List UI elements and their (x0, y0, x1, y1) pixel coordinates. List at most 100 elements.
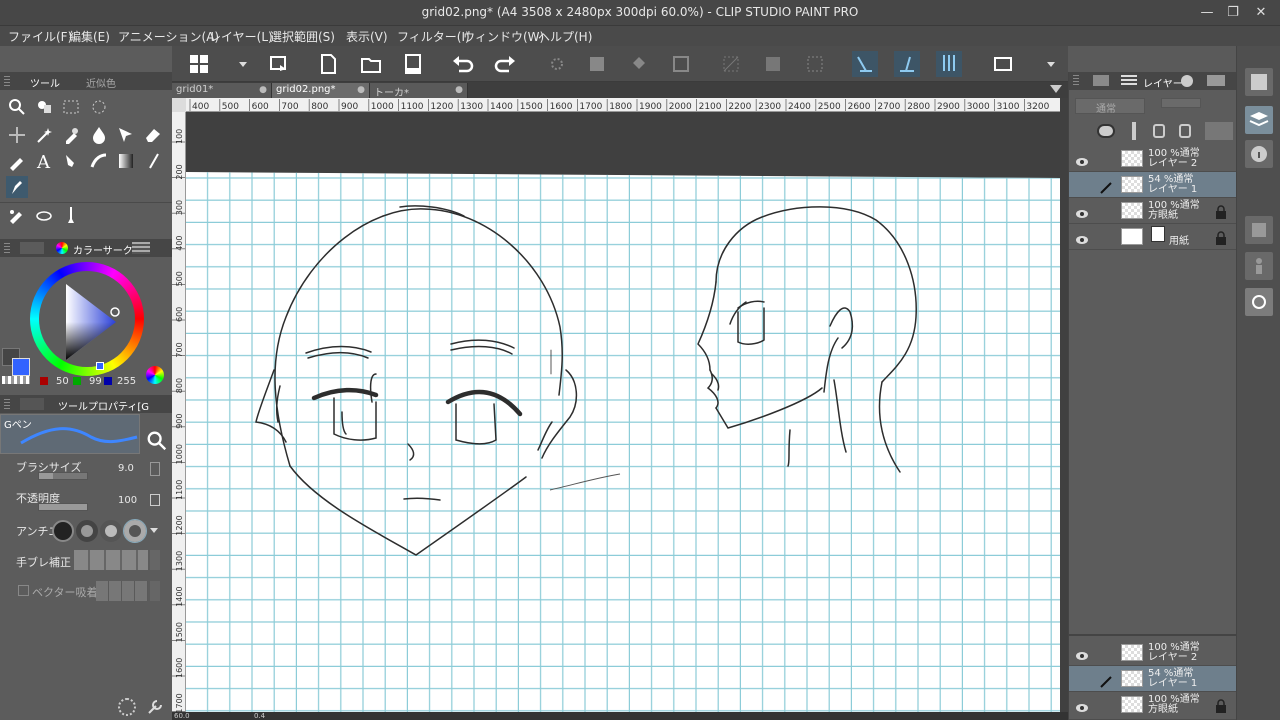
window-frame-icon[interactable] (990, 51, 1016, 77)
layer-info-tab-icon[interactable] (1181, 75, 1193, 87)
info-icon[interactable] (1245, 140, 1273, 168)
layer-mask-icon[interactable] (1205, 122, 1233, 140)
zoom-icon[interactable] (6, 96, 28, 118)
layer-ref-icon[interactable] (1127, 122, 1141, 140)
antialias-medium-icon[interactable] (100, 520, 122, 542)
lock-icon[interactable] (1215, 204, 1227, 219)
navigator-icon[interactable] (1245, 68, 1273, 96)
tab-layer[interactable]: レイヤー (1143, 75, 1183, 90)
move-icon[interactable] (6, 124, 28, 146)
gradient-icon[interactable] (115, 150, 137, 172)
wrench-icon[interactable] (146, 698, 164, 716)
antialias-strong-icon[interactable] (123, 519, 147, 543)
menu-help[interactable]: ヘルプ(H) (538, 28, 592, 45)
pen-icon[interactable] (142, 150, 164, 172)
rotation-value[interactable]: 0.4 (254, 712, 265, 720)
layer-item[interactable]: 100 %通常 方眼紙 (1069, 198, 1237, 224)
magic-wand-icon[interactable] (33, 124, 55, 146)
opacity-toggle-icon[interactable] (150, 494, 160, 506)
layers-icon[interactable] (1245, 106, 1273, 134)
drop-icon[interactable] (88, 124, 110, 146)
stabilization-arrow-icon[interactable] (150, 550, 160, 570)
menu-view[interactable]: 表示(V) (346, 28, 388, 45)
grid-menu-icon[interactable] (186, 51, 212, 77)
invert-selection-icon[interactable] (760, 51, 786, 77)
blend-mode-select[interactable]: 通常 (1075, 98, 1145, 115)
brush-size-slider[interactable] (38, 472, 88, 480)
frame-icon[interactable] (88, 150, 110, 172)
g-pen-icon[interactable] (6, 176, 28, 198)
tab-similar-color[interactable]: 近似色 (86, 75, 116, 90)
snap-special-ruler-icon[interactable] (894, 51, 920, 77)
eyedropper-icon[interactable] (60, 124, 82, 146)
layer-property-tab-icon[interactable] (1093, 75, 1109, 86)
antialias-dropdown-icon[interactable] (150, 528, 158, 533)
undo-icon[interactable] (450, 51, 476, 77)
open-file-icon[interactable] (358, 51, 384, 77)
ellipse-icon[interactable] (33, 204, 55, 226)
vector-checkbox[interactable] (18, 585, 29, 596)
layer-tab-icon[interactable] (1121, 75, 1137, 86)
menu-filter[interactable]: フィルター(I) (397, 28, 470, 45)
color-mode-icon[interactable] (146, 366, 164, 384)
3d-figure-icon[interactable] (1245, 252, 1273, 280)
fill-selection-icon[interactable] (584, 51, 610, 77)
sync-icon[interactable] (118, 698, 136, 716)
opacity-value[interactable]: 100 (118, 495, 137, 506)
eraser-icon[interactable] (142, 124, 164, 146)
rect-select-icon[interactable] (60, 96, 82, 118)
transform-icon[interactable] (668, 51, 694, 77)
decoration-icon[interactable] (6, 204, 28, 226)
stabilization-slider[interactable] (74, 550, 148, 570)
brush-size-value[interactable]: 9.0 (118, 463, 134, 474)
layer-lock-alpha-icon[interactable] (1179, 124, 1191, 138)
snap-grid-icon[interactable] (936, 51, 962, 77)
menu-edit[interactable]: 編集(E) (69, 28, 110, 45)
menu-window[interactable]: ウィンドウ(W) (463, 28, 544, 45)
select-all-icon[interactable] (802, 51, 828, 77)
layer-item[interactable]: 100 %通常 レイヤー 2 (1069, 146, 1237, 172)
vector-slider[interactable] (96, 581, 148, 601)
lasso-icon[interactable] (88, 96, 110, 118)
antialias-weak-icon[interactable] (76, 520, 98, 542)
bucket-icon[interactable] (626, 51, 652, 77)
tab-tool-property[interactable]: ツールプロパティ[G (58, 398, 149, 413)
restore-button[interactable]: ❐ (1223, 3, 1243, 23)
layer-item[interactable]: 100 %通常 方眼紙 (1069, 692, 1237, 720)
transparent-swatch[interactable] (2, 376, 30, 384)
layer-search-tab-icon[interactable] (1207, 75, 1225, 86)
fill-icon[interactable] (6, 150, 28, 172)
vector-pen-icon[interactable] (115, 124, 137, 146)
export-icon[interactable] (266, 51, 292, 77)
eye-icon[interactable] (1075, 231, 1089, 244)
eye-icon[interactable] (1075, 647, 1089, 660)
brush-size-spinner-icon[interactable] (150, 462, 160, 476)
tab-grid02[interactable]: grid02.png* ● (272, 83, 370, 98)
new-file-icon[interactable] (315, 51, 341, 77)
vector-arrow-icon[interactable] (150, 581, 160, 601)
close-button[interactable]: ✕ (1251, 3, 1271, 23)
layer-clip-icon[interactable] (1097, 124, 1115, 138)
eye-icon[interactable] (1075, 205, 1089, 218)
eye-icon[interactable] (1075, 699, 1089, 712)
layer-item-selected[interactable]: 54 %通常 レイヤー 1 (1069, 666, 1237, 692)
clear-icon[interactable] (544, 51, 570, 77)
color-wheel-tab-icon[interactable] (56, 242, 68, 254)
material-icon[interactable] (1245, 216, 1273, 244)
tab-tool[interactable]: ツール (30, 75, 60, 90)
tab-grid01[interactable]: grid01* ● (172, 83, 272, 98)
tab-tone[interactable]: トーカ* ● (370, 83, 468, 99)
save-icon[interactable] (400, 51, 426, 77)
eye-icon[interactable] (1075, 153, 1089, 166)
layer-item[interactable]: 100 %通常 レイヤー 2 (1069, 640, 1237, 666)
antialias-none-icon[interactable] (52, 520, 74, 542)
menu-dropdown-icon[interactable] (230, 51, 256, 77)
brush-settings-icon[interactable] (144, 428, 170, 454)
hand-icon[interactable] (33, 96, 55, 118)
layer-item[interactable]: 用紙 (1069, 224, 1237, 250)
menu-file[interactable]: ファイル(F) (8, 28, 72, 45)
lock-icon[interactable] (1215, 230, 1227, 245)
text-icon[interactable]: A (33, 150, 55, 173)
zoom-value[interactable]: 60.0 (174, 712, 190, 720)
snap-ruler-icon[interactable] (852, 51, 878, 77)
